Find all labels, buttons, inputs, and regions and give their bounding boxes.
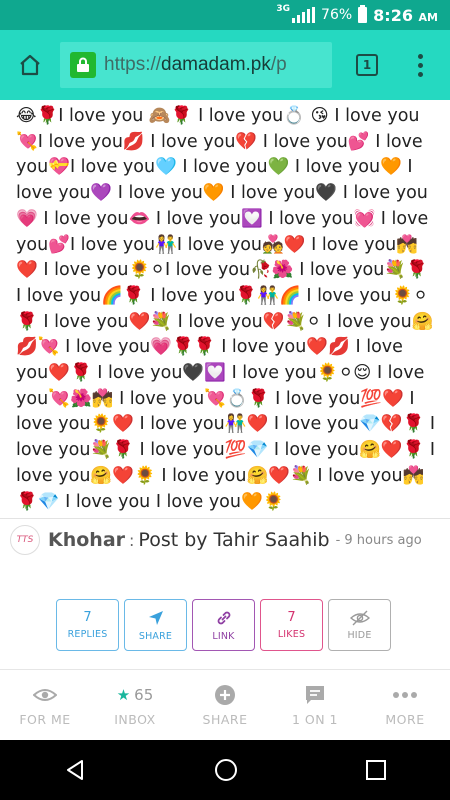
- hide-label: HIDE: [347, 629, 372, 641]
- back-icon[interactable]: [63, 758, 87, 782]
- send-icon: [148, 610, 163, 625]
- tab-switcher-button[interactable]: 1: [356, 54, 378, 76]
- address-bar[interactable]: https://damadam.pk/p: [60, 42, 332, 88]
- battery-icon: [358, 5, 368, 23]
- nav-share[interactable]: SHARE: [180, 670, 270, 740]
- link-button[interactable]: LINK: [192, 599, 255, 651]
- nav-label: MORE: [385, 711, 425, 727]
- avatar[interactable]: TTS: [10, 525, 40, 555]
- nav-1on1[interactable]: 1 ON 1: [270, 670, 360, 740]
- post-title: Post by Tahir Saahib: [138, 529, 330, 551]
- recents-icon[interactable]: [365, 759, 387, 781]
- plus-circle-icon: [215, 684, 235, 705]
- post-actions: 7 REPLIES SHARE LINK 7 LIKES HIDE: [56, 599, 391, 651]
- link-icon: [217, 611, 230, 624]
- replies-button[interactable]: 7 REPLIES: [56, 599, 119, 651]
- battery-percent: 76%: [321, 7, 353, 23]
- network-type: 3G: [276, 4, 291, 14]
- post-content: 😂🌹I love you 🙈🌹 I love you💍 😘 I love you…: [0, 100, 450, 518]
- chat-icon: [306, 685, 324, 704]
- eye-slash-icon: [349, 610, 370, 625]
- star-icon: ★: [116, 685, 131, 704]
- likes-label: LIKES: [277, 629, 306, 640]
- nav-label: INBOX: [114, 711, 156, 727]
- nav-label: FOR ME: [19, 711, 71, 727]
- hide-button[interactable]: HIDE: [328, 599, 391, 651]
- home-icon: [20, 54, 40, 76]
- home-circle-icon[interactable]: [214, 758, 238, 782]
- meta-separator: :: [129, 530, 135, 550]
- nav-label: 1 ON 1: [291, 711, 339, 727]
- inbox-count: 65: [134, 685, 154, 704]
- system-nav-bar: [0, 740, 450, 800]
- post-author[interactable]: Khohar: [48, 529, 125, 551]
- eye-icon: [33, 688, 57, 701]
- likes-button[interactable]: 7 LIKES: [260, 599, 323, 651]
- nav-label: SHARE: [202, 711, 248, 727]
- more-dots-icon: [393, 691, 417, 698]
- url-text: https://damadam.pk/p: [104, 54, 287, 75]
- home-button[interactable]: [0, 30, 60, 100]
- divider: [0, 518, 450, 519]
- replies-label: REPLIES: [67, 629, 108, 640]
- signal-icon: [292, 7, 316, 23]
- post-time: - 9 hours ago: [335, 532, 422, 548]
- status-bar: 3G 76% 8:26 AM: [0, 0, 450, 30]
- share-label: SHARE: [138, 630, 173, 642]
- lock-icon: [70, 52, 96, 78]
- nav-more[interactable]: MORE: [360, 670, 450, 740]
- bottom-nav: FOR ME ★ 65 INBOX SHARE 1 ON 1 MORE: [0, 670, 450, 740]
- link-label: LINK: [212, 630, 235, 642]
- browser-toolbar: https://damadam.pk/p 1: [0, 30, 450, 100]
- post-text: 😂🌹I love you 🙈🌹 I love you💍 😘 I love you…: [16, 106, 436, 512]
- likes-count: 7: [287, 610, 296, 625]
- clock: 8:26 AM: [373, 5, 438, 25]
- share-button[interactable]: SHARE: [124, 599, 187, 651]
- post-meta: TTS Khohar : Post by Tahir Saahib - 9 ho…: [10, 522, 422, 558]
- nav-for-me[interactable]: FOR ME: [0, 670, 90, 740]
- nav-inbox[interactable]: ★ 65 INBOX: [90, 670, 180, 740]
- replies-count: 7: [83, 610, 92, 625]
- overflow-menu-icon[interactable]: [418, 53, 423, 77]
